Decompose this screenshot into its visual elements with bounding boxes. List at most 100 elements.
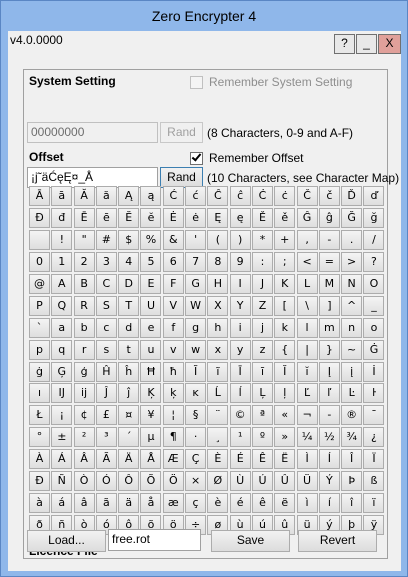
licence-file-field[interactable]: free.rot	[108, 529, 201, 551]
char-button[interactable]: Ĩ	[185, 361, 207, 382]
char-button[interactable]: r	[73, 339, 95, 360]
char-button[interactable]: í	[318, 493, 340, 514]
char-button[interactable]: -	[318, 405, 340, 426]
char-button[interactable]: ĵ	[118, 383, 140, 404]
char-button[interactable]: ?	[363, 251, 385, 272]
char-button[interactable]: <	[296, 251, 318, 272]
char-button[interactable]: ª	[251, 405, 273, 426]
char-button[interactable]: Ö	[162, 471, 184, 492]
revert-button[interactable]: Revert	[298, 530, 377, 552]
char-button[interactable]: â	[73, 493, 95, 514]
char-button[interactable]: x	[207, 339, 229, 360]
char-button[interactable]: Ê	[251, 449, 273, 470]
char-button[interactable]: Ĝ	[296, 207, 318, 228]
char-button[interactable]: ę	[229, 207, 251, 228]
char-button[interactable]: ¤	[118, 405, 140, 426]
char-button[interactable]: ê	[251, 493, 273, 514]
char-button[interactable]: ±	[51, 427, 73, 448]
char-button[interactable]: ĉ	[229, 186, 251, 206]
char-button[interactable]: Þ	[341, 471, 363, 492]
char-button[interactable]: n	[341, 317, 363, 338]
char-button[interactable]: a	[51, 317, 73, 338]
char-button[interactable]: ľ	[318, 383, 340, 404]
char-button[interactable]: Ä	[118, 449, 140, 470]
char-button[interactable]: i	[229, 317, 251, 338]
char-button[interactable]: Ķ	[140, 383, 162, 404]
char-button[interactable]: $	[118, 229, 140, 250]
char-button[interactable]: h	[207, 317, 229, 338]
char-button[interactable]: Z	[251, 295, 273, 316]
char-button[interactable]: Ã	[95, 449, 117, 470]
char-button[interactable]: Đ	[29, 207, 50, 228]
char-button[interactable]: Ô	[118, 471, 140, 492]
char-button[interactable]: Á	[51, 449, 73, 470]
char-button[interactable]: c	[95, 317, 117, 338]
char-button[interactable]: Ĳ	[51, 383, 73, 404]
char-button[interactable]: 0	[29, 251, 50, 272]
char-button[interactable]: T	[118, 295, 140, 316]
char-button[interactable]: ŀ	[363, 383, 385, 404]
char-button[interactable]: İ	[363, 361, 385, 382]
char-button[interactable]: N	[341, 273, 363, 294]
char-button[interactable]: B	[73, 273, 95, 294]
char-button[interactable]: č	[318, 186, 340, 206]
char-button[interactable]: =	[318, 251, 340, 272]
char-button[interactable]: 1	[51, 251, 73, 272]
char-button[interactable]: ¥	[140, 405, 162, 426]
char-button[interactable]: |	[296, 339, 318, 360]
char-button[interactable]: 5	[140, 251, 162, 272]
char-button[interactable]: /	[363, 229, 385, 250]
char-button[interactable]: Ī	[229, 361, 251, 382]
char-button[interactable]: "	[73, 229, 95, 250]
char-button[interactable]: Ċ	[251, 186, 273, 206]
char-button[interactable]: Ą	[118, 186, 140, 206]
char-button[interactable]: ì	[296, 493, 318, 514]
char-button[interactable]: ë	[274, 493, 296, 514]
char-button[interactable]: ~	[341, 339, 363, 360]
char-button[interactable]: Ĥ	[95, 361, 117, 382]
char-button[interactable]: Ó	[95, 471, 117, 492]
char-button[interactable]: °	[29, 427, 50, 448]
char-button[interactable]: t	[118, 339, 140, 360]
char-button[interactable]: ç	[185, 493, 207, 514]
char-button[interactable]: l	[296, 317, 318, 338]
char-button[interactable]: Ò	[73, 471, 95, 492]
char-button[interactable]: 9	[229, 251, 251, 272]
char-button[interactable]: U	[140, 295, 162, 316]
char-button[interactable]: Ø	[207, 471, 229, 492]
char-button[interactable]: o	[363, 317, 385, 338]
char-button[interactable]: `	[29, 317, 50, 338]
char-button[interactable]: #	[95, 229, 117, 250]
char-button[interactable]: 6	[162, 251, 184, 272]
char-button[interactable]: .	[341, 229, 363, 250]
char-button[interactable]: Ľ	[296, 383, 318, 404]
offset-rand-button[interactable]: Rand	[160, 167, 203, 188]
char-button[interactable]: ĸ	[185, 383, 207, 404]
char-button[interactable]: ´	[118, 427, 140, 448]
char-button[interactable]: î	[341, 493, 363, 514]
char-button[interactable]: Ė	[162, 207, 184, 228]
char-button[interactable]: á	[51, 493, 73, 514]
char-button[interactable]: R	[73, 295, 95, 316]
char-button[interactable]: z	[251, 339, 273, 360]
char-button[interactable]: q	[51, 339, 73, 360]
char-button[interactable]: ġ	[29, 361, 50, 382]
char-button[interactable]: ĭ	[296, 361, 318, 382]
offset-field[interactable]: ¡j˜äĆęĘ¤_Å	[27, 167, 158, 188]
char-button[interactable]: ħ	[162, 361, 184, 382]
char-button[interactable]: ¯	[363, 405, 385, 426]
char-button[interactable]: ²	[73, 427, 95, 448]
char-button[interactable]: \	[296, 295, 318, 316]
char-button[interactable]: ß	[363, 471, 385, 492]
char-button[interactable]: ě	[274, 207, 296, 228]
char-button[interactable]: '	[185, 229, 207, 250]
char-button[interactable]: «	[274, 405, 296, 426]
char-button[interactable]: W	[185, 295, 207, 316]
remember-offset-checkbox[interactable]: Remember Offset	[190, 150, 303, 165]
char-button[interactable]: ć	[185, 186, 207, 206]
char-button[interactable]: à	[29, 493, 50, 514]
char-button[interactable]: ·	[185, 427, 207, 448]
char-button[interactable]: 7	[185, 251, 207, 272]
char-button[interactable]: ļ	[274, 383, 296, 404]
char-button[interactable]: ³	[95, 427, 117, 448]
